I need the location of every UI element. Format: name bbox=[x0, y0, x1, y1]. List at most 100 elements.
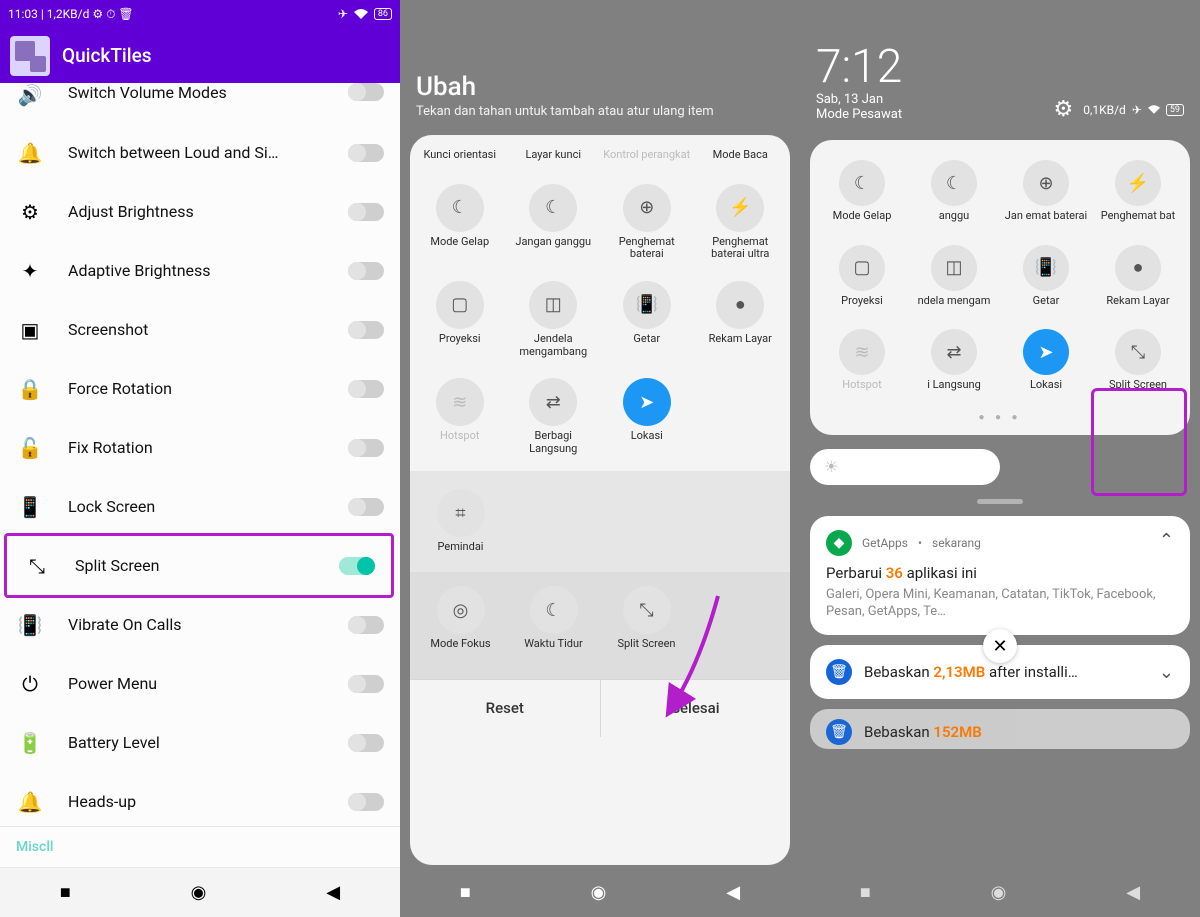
settings-row[interactable]: 📱Lock Screen bbox=[0, 477, 400, 536]
qs-tile[interactable]: ▢Proyeksi bbox=[816, 239, 908, 318]
nav-back-icon[interactable]: ◀ bbox=[726, 882, 740, 903]
qs-tile[interactable]: ◫ndela mengam bbox=[908, 239, 1000, 318]
battery-icon: 🔋 bbox=[16, 731, 44, 755]
rotate-lock-icon: 🔒 bbox=[16, 377, 44, 401]
settings-row[interactable]: ▣Screenshot bbox=[0, 300, 400, 359]
rotate-fix-icon: 🔓 bbox=[16, 436, 44, 460]
qs-tile[interactable]: ●Rekam Layar bbox=[1092, 239, 1184, 318]
qs-tile[interactable]: ⇄Berbagi Langsung bbox=[508, 372, 600, 465]
tile-label: Rekam Layar bbox=[709, 333, 772, 346]
settings-label: Screenshot bbox=[68, 320, 324, 339]
settings-gear-icon[interactable]: ⚙ bbox=[1054, 97, 1074, 122]
qs-tile[interactable]: ◫Jendela mengambang bbox=[508, 275, 600, 368]
chevron-up-icon[interactable]: ⌃ bbox=[1159, 530, 1174, 551]
qs-tile[interactable]: 📳Getar bbox=[1000, 239, 1092, 318]
qs-tile[interactable]: ⚡Penghemat bat bbox=[1092, 154, 1184, 233]
notification-getapps[interactable]: ◆ GetApps • sekarang ⌃ Perbarui 36 aplik… bbox=[810, 516, 1190, 635]
qs-tile[interactable]: ☾Jangan ganggu bbox=[508, 178, 600, 271]
nav-back-icon[interactable]: ◀ bbox=[326, 882, 340, 903]
bolt-icon: ⚡ bbox=[1115, 160, 1161, 206]
qs-tile[interactable]: ☾Mode Gelap bbox=[816, 154, 908, 233]
qs-tile[interactable]: ➤Lokasi bbox=[1000, 323, 1092, 402]
brightness-slider[interactable]: ☀ bbox=[810, 449, 1000, 485]
toggle-switch[interactable] bbox=[348, 734, 384, 752]
android-nav-bar: ■ ◉ ◀ bbox=[800, 867, 1200, 917]
settings-row[interactable]: 🔔Heads-up bbox=[0, 772, 400, 826]
settings-row[interactable]: ⚙ Adjust Brightness bbox=[0, 182, 400, 241]
nav-home-icon[interactable]: ◉ bbox=[591, 882, 607, 903]
done-button[interactable]: Selesai bbox=[601, 680, 791, 737]
notif-title: Bebaskan 2,13MB after installi… bbox=[864, 663, 1147, 681]
qs-header: 7:12 Sab, 13 Jan Mode Pesawat ⚙ 0,1KB/d … bbox=[800, 0, 1200, 128]
toggle-switch[interactable] bbox=[348, 144, 384, 162]
settings-row[interactable]: ⏻Power Menu bbox=[0, 654, 400, 713]
qs-tile[interactable]: ▢Proyeksi bbox=[414, 275, 506, 368]
qs-tile[interactable]: ☾Waktu Tidur bbox=[507, 580, 600, 661]
toggle-switch[interactable] bbox=[339, 557, 375, 575]
settings-row[interactable]: ✦Adaptive Brightness bbox=[0, 241, 400, 300]
nav-home-icon[interactable]: ◉ bbox=[991, 882, 1007, 903]
tiles-available: ◎ Mode Fokus ☾Waktu Tidur⤡Split Screen bbox=[410, 572, 790, 679]
qs-tile[interactable]: ⇄i Langsung bbox=[908, 323, 1000, 402]
nav-recent-icon[interactable]: ■ bbox=[860, 882, 871, 903]
qs-tile[interactable]: ⊕Jan emat baterai bbox=[1000, 154, 1092, 233]
bolt-icon: ⚡ bbox=[716, 184, 764, 232]
qs-tile[interactable]: ⤡Split Screen bbox=[600, 580, 693, 661]
qs-tile[interactable]: 📳Getar bbox=[601, 275, 693, 368]
moon-icon: ☾ bbox=[931, 160, 977, 206]
toggle-switch[interactable] bbox=[348, 321, 384, 339]
settings-row[interactable]: 🔒Force Rotation bbox=[0, 359, 400, 418]
edit-header: Ubah Tekan dan tahan untuk tambah atau a… bbox=[400, 0, 800, 125]
settings-row[interactable]: 🔔Switch between Loud and Si… bbox=[0, 123, 400, 182]
focus-icon: ◎ bbox=[437, 586, 485, 634]
settings-row[interactable]: 📳Vibrate On Calls bbox=[0, 595, 400, 654]
settings-row[interactable]: 🔋Battery Level bbox=[0, 713, 400, 772]
drag-handle[interactable] bbox=[977, 499, 1023, 504]
qs-tiles-card: ☾Mode Gelap☾anggu⊕Jan emat baterai⚡Pengh… bbox=[810, 140, 1190, 435]
nav-home-icon[interactable]: ◉ bbox=[191, 882, 207, 903]
qs-tile[interactable]: ☾Mode Gelap bbox=[414, 178, 506, 271]
ring-icon: 🔔 bbox=[16, 141, 44, 165]
qs-tile[interactable]: ≋Hotspot bbox=[414, 372, 506, 465]
qs-tile[interactable]: ◎ Mode Fokus bbox=[414, 580, 507, 661]
tile-label: Proyeksi bbox=[841, 295, 883, 308]
tile-label: Layar kunci bbox=[508, 145, 600, 172]
app-title: QuickTiles bbox=[62, 44, 152, 67]
notification-free[interactable]: ✕ 🗑 Bebaskan 2,13MB after installi… ⌄ bbox=[810, 645, 1190, 699]
close-notification-button[interactable]: ✕ bbox=[983, 629, 1017, 663]
qs-tile[interactable]: ●Rekam Layar bbox=[695, 275, 787, 368]
toggle-switch[interactable] bbox=[348, 439, 384, 457]
nav-recent-icon[interactable]: ■ bbox=[460, 882, 471, 903]
toggle-switch[interactable] bbox=[348, 83, 384, 101]
qs-tile[interactable]: ⊕Penghemat baterai bbox=[601, 178, 693, 271]
sun-gear-icon: ⚙ bbox=[16, 200, 44, 224]
settings-row[interactable]: ⤡Split Screen bbox=[7, 536, 391, 595]
toggle-switch[interactable] bbox=[348, 498, 384, 516]
tile-label: Hotspot bbox=[440, 430, 479, 443]
qs-tile[interactable]: ⌗Pemindai bbox=[414, 483, 507, 564]
settings-label: Adjust Brightness bbox=[68, 202, 324, 221]
battery-icon: 86 bbox=[374, 8, 392, 20]
toggle-switch[interactable] bbox=[348, 793, 384, 811]
toggle-switch[interactable] bbox=[348, 675, 384, 693]
settings-list[interactable]: 🔊Switch Volume Modes🔔Switch between Loud… bbox=[0, 83, 400, 826]
notification-free-2[interactable]: 🗑 Bebaskan 152MB bbox=[810, 709, 1190, 749]
qs-tile[interactable]: ≋Hotspot bbox=[816, 323, 908, 402]
tile-label: Mode Fokus bbox=[430, 638, 490, 651]
qs-tile[interactable]: ➤Lokasi bbox=[601, 372, 693, 465]
reset-button[interactable]: Reset bbox=[410, 680, 601, 737]
toggle-switch[interactable] bbox=[348, 616, 384, 634]
settings-row[interactable]: 🔊Switch Volume Modes bbox=[0, 83, 400, 123]
qs-tile[interactable]: ⚡Penghemat baterai ultra bbox=[695, 178, 787, 271]
toggle-switch[interactable] bbox=[348, 262, 384, 280]
qs-tile[interactable]: ☾anggu bbox=[908, 154, 1000, 233]
qs-header-right: ⚙ 0,1KB/d ✈ 59 bbox=[1054, 97, 1185, 122]
chevron-down-icon[interactable]: ⌄ bbox=[1159, 662, 1174, 683]
tile-label: Lokasi bbox=[1030, 379, 1062, 392]
nav-back-icon[interactable]: ◀ bbox=[1126, 882, 1140, 903]
nav-recent-icon[interactable]: ■ bbox=[60, 882, 71, 903]
toggle-switch[interactable] bbox=[348, 203, 384, 221]
toggle-switch[interactable] bbox=[348, 380, 384, 398]
settings-row[interactable]: 🔓Fix Rotation bbox=[0, 418, 400, 477]
tiles-grid: ☾Mode Gelap☾Jangan ganggu⊕Penghemat bate… bbox=[410, 178, 790, 472]
